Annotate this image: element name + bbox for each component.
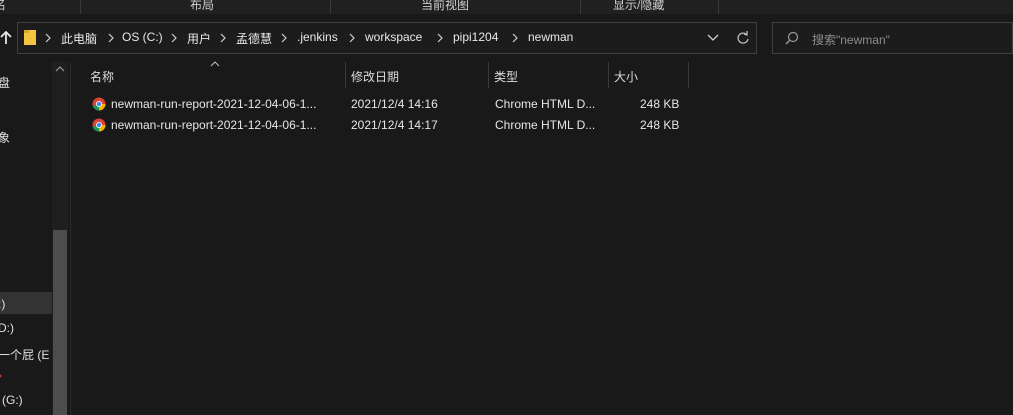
file-size: 248 KB [640,118,680,132]
ribbon-tab-layout[interactable]: 布局 [190,0,214,13]
nav-item-disk[interactable]: 盘 [0,74,10,91]
up-arrow-icon[interactable] [0,31,12,45]
chevron-right-icon[interactable] [281,33,287,43]
breadcrumb-user-folder[interactable]: 孟德慧 [236,30,272,47]
column-headers: 名称 修改日期 类型 大小 [72,61,689,88]
file-list: 名称 修改日期 类型 大小 newman-run-report-2021-12-… [72,61,1013,415]
breadcrumb-workspace[interactable]: workspace [365,30,422,44]
ribbon-tab-show-hide[interactable]: 显示/隐藏 [613,0,664,13]
breadcrumb-pipi1204[interactable]: pipi1204 [453,30,498,44]
breadcrumb-users[interactable]: 用户 [187,30,211,47]
chevron-right-icon[interactable] [349,33,355,43]
navigation-pane: 盘 象 :) D:) 一个屁 (E (G:) [0,62,68,415]
refresh-icon[interactable] [736,30,750,46]
chevron-right-icon[interactable] [512,33,518,43]
file-name: newman-run-report-2021-12-04-06-1... [111,118,317,132]
drive-status-icon [0,374,2,378]
breadcrumb-newman[interactable]: newman [528,30,573,44]
nav-item-drive-d[interactable]: D:) [0,321,14,335]
file-size: 248 KB [640,97,680,111]
file-row[interactable]: newman-run-report-2021-12-04-06-1... 202… [87,94,687,115]
chevron-right-icon[interactable] [45,33,51,43]
folder-icon [24,30,36,45]
chevron-right-icon[interactable] [220,33,226,43]
scrollbar-thumb[interactable] [53,230,67,415]
ribbon: 名 布局 当前视图 显示/隐藏 [0,0,1013,14]
chevron-down-icon[interactable] [707,34,719,42]
chevron-right-icon[interactable] [171,33,177,43]
chrome-icon [92,97,106,111]
file-name: newman-run-report-2021-12-04-06-1... [111,97,317,111]
nav-item-drive-e[interactable]: 一个屁 (E [0,346,49,363]
file-type: Chrome HTML D... [495,118,596,132]
column-header-size[interactable]: 大小 [614,68,638,85]
file-row[interactable]: newman-run-report-2021-12-04-06-1... 202… [87,115,687,136]
breadcrumb-os-c[interactable]: OS (C:) [122,30,163,44]
file-type: Chrome HTML D... [495,97,596,111]
column-header-type[interactable]: 类型 [494,68,518,85]
breadcrumb-this-pc[interactable]: 此电脑 [61,30,97,47]
chevron-right-icon[interactable] [437,33,443,43]
scroll-up-icon[interactable] [55,66,65,72]
column-header-modified[interactable]: 修改日期 [351,68,399,85]
search-input[interactable]: 搜索"newman" [812,31,890,48]
column-divider[interactable] [345,62,346,88]
ribbon-tab-current-view[interactable]: 当前视图 [421,0,469,13]
column-header-name[interactable]: 名称 [90,68,114,85]
column-divider[interactable] [608,62,609,88]
file-modified: 2021/12/4 14:17 [351,118,438,132]
file-modified: 2021/12/4 14:16 [351,97,438,111]
search-box[interactable] [772,22,1013,54]
pane-divider[interactable] [70,62,71,415]
nav-item-drive-g[interactable]: (G:) [2,393,23,407]
nav-item-objects[interactable]: 象 [0,129,10,146]
breadcrumb-jenkins[interactable]: .jenkins [297,30,338,44]
ribbon-group [0,0,81,14]
search-icon [785,31,799,45]
chevron-right-icon[interactable] [108,33,114,43]
column-divider[interactable] [688,62,689,88]
ribbon-tab-1[interactable]: 名 [0,0,6,13]
chrome-icon [92,118,106,132]
nav-item-drive-c[interactable]: :) [0,297,5,311]
column-divider[interactable] [488,62,489,88]
nav-selection-highlight [0,292,52,314]
sort-ascending-icon [210,61,220,67]
